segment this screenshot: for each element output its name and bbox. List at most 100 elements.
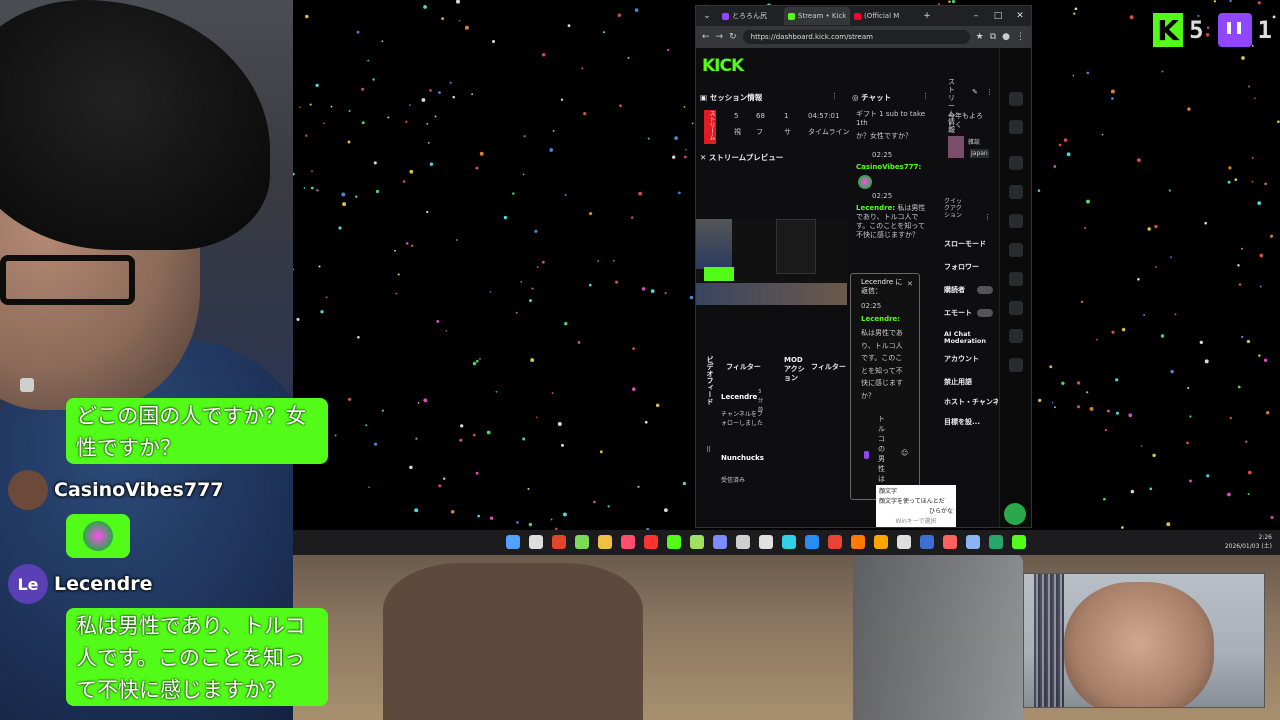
taskbar-app-icon[interactable] [506,535,520,549]
ime-candidate[interactable]: 顔文字を使ってほんとだ [879,497,953,507]
quick-action-banned-words[interactable]: 禁止用語 [944,378,972,387]
quick-action-subscribers[interactable]: 購読者 [944,286,965,295]
taskbar-app-icon[interactable] [552,535,566,549]
taskbar-app-icon[interactable] [690,535,704,549]
taskbar-app-icon[interactable] [805,535,819,549]
chat-draft-input[interactable]: トルコの男性ははほ [878,414,886,488]
users-icon[interactable] [1009,358,1023,372]
mic-icon[interactable] [864,451,869,459]
session-menu-icon[interactable]: ⋮ [831,92,838,101]
url-input[interactable]: https://dashboard.kick.com/stream [742,30,970,44]
chat-message: Lecendre: 私は男性であり、トルコ人です。このことを知って不快に感じます… [856,204,928,240]
tab-tororon[interactable]: とろろん尻 [718,7,784,25]
quick-action-account[interactable]: アカウント [944,355,979,364]
star-dot [1111,330,1115,334]
taskbar-app-icon[interactable] [943,535,957,549]
activity-dots-icon: ⠿ [706,446,712,454]
emote-picker-icon[interactable]: ☺ [901,449,908,458]
lightning-icon[interactable] [1009,185,1023,199]
quick-action-set-goal[interactable]: 目標を設... [944,418,980,427]
taskbar-app-icon[interactable] [920,535,934,549]
star-dot [1257,201,1262,205]
taskbar-app-icon[interactable] [667,535,681,549]
star-dot [367,59,370,62]
tab-search-icon[interactable]: ⌄ [696,11,718,21]
reload-icon[interactable]: ↻ [729,32,737,42]
star-dot [523,135,526,138]
bookmark-star-icon[interactable]: ★ [976,32,984,42]
broadcast-icon[interactable] [1009,272,1023,286]
minimize-button[interactable]: – [965,11,987,21]
document-icon[interactable] [1009,214,1023,228]
quick-action-ai-moderation[interactable]: AI Chat Moderation [944,331,990,345]
info-icon[interactable] [1009,92,1023,106]
forward-icon[interactable]: → [716,32,724,42]
reply-text: 私は男性であり、トルコ人です。このことを知って不快に感じますか？ [861,329,903,400]
star-dot [1137,278,1140,281]
back-icon[interactable]: ← [702,32,710,42]
taskbar-app-icon[interactable] [851,535,865,549]
taskbar-app-icon[interactable] [759,535,773,549]
system-tray-clock[interactable]: 2:26 2026/01/03 (土) [1225,533,1272,551]
reply-popup[interactable]: Lecendre に返信： ✕ 02:25 Lecendre: 私は男性であり、… [850,273,920,500]
kick-logo[interactable]: KICK [702,56,744,76]
taskbar-app-icon[interactable] [575,535,589,549]
taskbar-app-icon[interactable] [713,535,727,549]
taskbar-app-icon[interactable] [966,535,980,549]
edit-icon[interactable]: ✎ [972,88,978,97]
taskbar-app-icon[interactable] [621,535,635,549]
ime-candidate-menu[interactable]: 顔文字 顔文字を使ってほんとだ ひらがな Winキーで選択 [876,485,956,527]
new-tab-button[interactable]: + [916,11,938,21]
taskbar-app-icon[interactable] [782,535,796,549]
subscribers-toggle[interactable] [977,286,993,294]
tab-kick-stream[interactable]: Stream • Kick [784,7,850,25]
stream-info-menu-icon[interactable]: ⋮ [986,88,993,97]
star-dot [316,189,319,192]
quick-action-followers[interactable]: フォロワー [944,263,979,272]
close-icon[interactable]: ✕ [907,280,913,289]
taskbar-app-icon[interactable] [736,535,750,549]
taskbar-app-icon[interactable] [897,535,911,549]
quick-action-host-channel[interactable]: ホスト・チャンネル [944,398,998,407]
chat-bubble-icon[interactable] [1009,243,1023,257]
close-button[interactable]: ✕ [1009,11,1031,21]
taskbar-app-icon[interactable] [989,535,1003,549]
maximize-button[interactable]: □ [987,11,1009,21]
support-chat-button[interactable] [1004,503,1026,525]
taskbar-app-icon[interactable] [874,535,888,549]
kick-dashboard: KICK ☥ ▣ セッション情報 ⋮ ストリーム 5 68 1 04:57:01… [696,48,1031,527]
extensions-icon[interactable]: ⧉ [990,32,996,42]
filter-button[interactable]: フィルター [726,363,761,372]
quick-action-slow-mode[interactable]: スローモード [944,240,986,249]
taskbar-app-icon[interactable] [828,535,842,549]
star-dot [1115,378,1119,382]
chat-username[interactable]: Lecendre: [856,204,895,212]
ime-candidate[interactable]: ひらがな [879,507,953,517]
star-dot [536,266,539,269]
star-dot [1241,247,1244,250]
chat-menu-icon[interactable]: ⋮ [922,92,929,101]
camera-icon[interactable] [1009,156,1023,170]
taskbar-app-icon[interactable] [1012,535,1026,549]
star-dot [405,120,408,123]
address-bar: ← → ↻ https://dashboard.kick.com/stream … [696,26,1031,48]
taskbar-app-icon[interactable] [598,535,612,549]
quick-actions-menu-icon[interactable]: ⋮ [984,213,991,222]
star-dot [644,420,648,424]
pencil-icon[interactable] [1009,120,1023,134]
stream-preview[interactable] [696,219,847,305]
tab-youtube[interactable]: (Official M [850,7,916,25]
ime-candidate[interactable]: 顔文字 [879,487,953,497]
grid-icon[interactable] [1009,301,1023,315]
star-dot [1160,334,1165,338]
taskbar-app-icon[interactable] [529,535,543,549]
profile-icon[interactable]: ● [1002,32,1010,42]
wrench-icon[interactable] [1009,329,1023,343]
chat-username[interactable]: CasinoVibes777: [856,163,921,172]
taskbar-app-icon[interactable] [644,535,658,549]
quick-action-emotes[interactable]: エモート [944,309,972,318]
menu-icon[interactable]: ⋮ [1016,32,1025,42]
emotes-toggle[interactable] [977,309,993,317]
mod-filter-button[interactable]: フィルター [811,363,846,372]
browser-window[interactable]: ⌄ とろろん尻 Stream • Kick (Official M + – □ … [695,5,1032,528]
